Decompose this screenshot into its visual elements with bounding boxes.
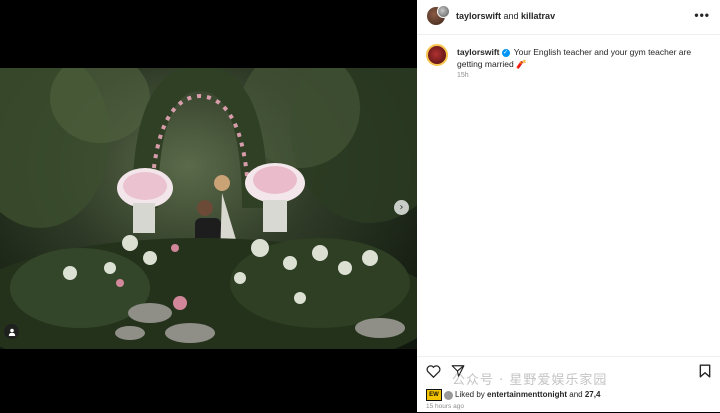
collab-username-link[interactable]: killatrav <box>521 11 555 21</box>
liked-prefix: Liked by <box>455 390 488 400</box>
caption-username-link[interactable]: taylorswift <box>457 47 500 57</box>
tagged-users-button[interactable] <box>4 324 19 339</box>
heart-icon <box>426 365 441 378</box>
author-username-link[interactable]: taylorswift <box>456 11 501 21</box>
likes-count-link[interactable]: 27,4 <box>585 390 601 399</box>
and-text: and <box>501 11 522 21</box>
like-button[interactable] <box>426 364 441 378</box>
bookmark-icon <box>699 364 711 378</box>
verified-badge-icon: ✓ <box>501 48 510 57</box>
caption-avatar[interactable] <box>426 44 448 66</box>
post-photo <box>0 68 417 349</box>
person-icon <box>8 328 15 336</box>
chevron-right-icon: › <box>399 202 404 213</box>
next-photo-button[interactable]: › <box>394 200 409 215</box>
caption: taylorswift ✓ Your English teacher and yo… <box>457 46 707 70</box>
watermark-text: 公众号 · 星野爱娱乐家园 <box>452 373 608 388</box>
caption-time[interactable]: 15h <box>457 72 469 79</box>
more-horizontal-icon: ••• <box>694 8 710 22</box>
collab-avatar[interactable] <box>437 5 450 18</box>
post-media-area: › <box>0 0 417 412</box>
post-side-panel: taylorswift and killatrav ••• taylorswif… <box>417 0 720 412</box>
liker-avatar-badge[interactable]: EW <box>426 389 442 401</box>
caption-emoji: 🧨 <box>516 59 527 69</box>
post-timestamp[interactable]: 15 hours ago <box>426 403 464 410</box>
liker-avatar[interactable] <box>444 390 453 400</box>
garden-scene-image <box>0 68 417 349</box>
liker-username-link[interactable]: entertainmenttonight <box>487 390 567 399</box>
more-options-button[interactable]: ••• <box>694 8 710 22</box>
liked-by-line: EW Liked by entertainmenttonight and 27,4 <box>426 389 600 401</box>
liked-and: and <box>567 390 585 400</box>
post-authors: taylorswift and killatrav <box>456 11 555 21</box>
save-button[interactable] <box>699 364 711 378</box>
post-header: taylorswift and killatrav ••• <box>417 0 720 35</box>
